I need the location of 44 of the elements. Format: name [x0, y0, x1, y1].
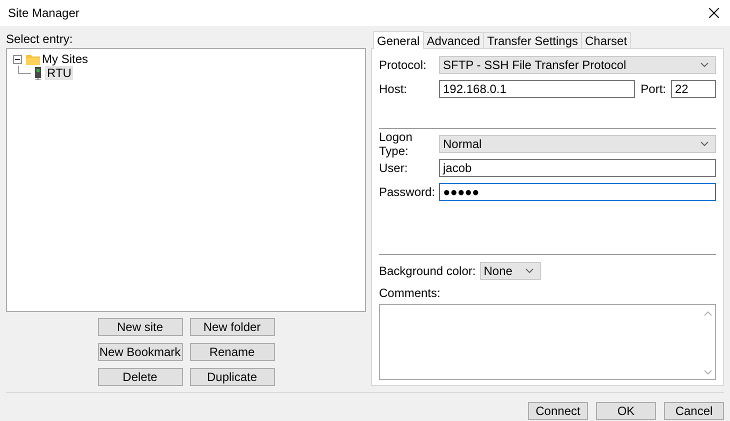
field-label: Comments:: [379, 286, 442, 302]
site-action-button[interactable]: Rename: [190, 343, 274, 361]
password-field[interactable]: ●●●●●: [439, 183, 716, 201]
logon-type-dropdown[interactable]: Normal: [439, 135, 716, 153]
field-label: Password:: [379, 185, 436, 199]
site-action-button[interactable]: New folder: [190, 318, 274, 336]
close-icon: [709, 8, 719, 18]
scroll-down-icon: [704, 370, 712, 375]
dialog-button[interactable]: OK: [596, 402, 656, 420]
expand-toggle[interactable]: [13, 54, 22, 64]
tree-item[interactable]: My Sites: [40, 52, 90, 66]
caret-icon: [524, 268, 534, 274]
tree-item[interactable]: RTU: [45, 66, 74, 80]
protocol-dropdown[interactable]: SFTP - SSH File Transfer Protocol: [439, 56, 716, 74]
site-action-button[interactable]: New Bookmark: [98, 343, 182, 361]
tab[interactable]: General: [373, 31, 424, 49]
user-field[interactable]: jacob: [439, 159, 716, 177]
scroll-up-icon: [704, 311, 712, 316]
site-action-button[interactable]: Duplicate: [190, 368, 274, 386]
caret-icon: [700, 62, 709, 68]
field-label: Host:: [379, 82, 408, 96]
field-label: User:: [379, 161, 409, 175]
tab[interactable]: Charset: [581, 32, 632, 48]
close-button[interactable]: [707, 6, 721, 20]
dialog-button[interactable]: Connect: [528, 402, 588, 420]
tab[interactable]: Advanced: [422, 32, 484, 48]
dialog-button[interactable]: Cancel: [664, 402, 724, 420]
host-field[interactable]: 192.168.0.1: [439, 80, 635, 98]
folder-icon: [26, 54, 40, 64]
select-entry-label: Select entry:: [6, 31, 74, 48]
field-label: Logon Type:: [379, 130, 414, 158]
port-field[interactable]: 22: [671, 80, 716, 98]
field-label: Port:: [640, 82, 666, 96]
background-color-dropdown[interactable]: None: [480, 262, 541, 280]
caret-icon: [700, 141, 709, 147]
field-label: Background color:: [379, 264, 476, 278]
window-title: Site Manager: [8, 6, 80, 20]
site-action-button[interactable]: Delete: [98, 368, 182, 386]
tab[interactable]: Transfer Settings: [483, 32, 582, 48]
site-action-button[interactable]: New site: [98, 318, 182, 336]
server-icon: [34, 66, 42, 80]
toggle-icon: [13, 54, 22, 64]
field-label: Protocol:: [379, 58, 428, 72]
comments-field[interactable]: [379, 304, 716, 380]
